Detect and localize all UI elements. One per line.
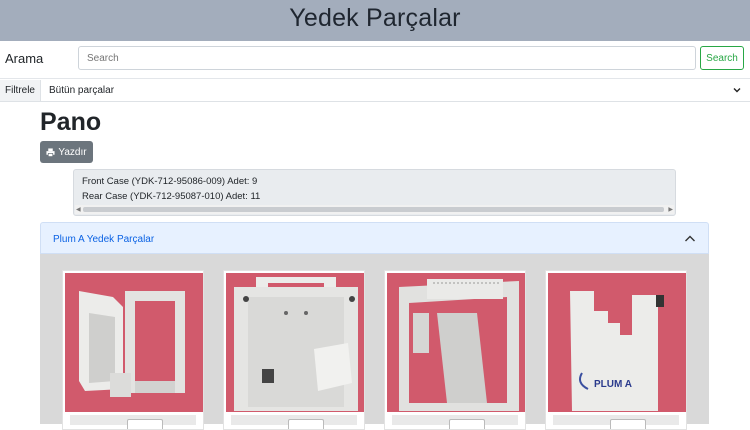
printer-icon <box>46 147 55 157</box>
search-button[interactable]: Search <box>700 46 744 70</box>
app-header: Yedek Parçalar <box>0 0 750 41</box>
summary-line: Rear Case (YDK-712-95087-010) Adet: 11 <box>82 191 261 202</box>
chevron-down-icon <box>733 88 741 93</box>
product-card[interactable] <box>223 270 365 430</box>
quantity-button[interactable] <box>449 419 485 429</box>
search-label: Arama <box>5 51 44 66</box>
door-part-photo[interactable]: PLUM A <box>548 273 686 412</box>
product-card[interactable] <box>62 270 204 430</box>
front-case-part-photo[interactable] <box>65 273 203 412</box>
scroll-right-icon[interactable]: ▶ <box>668 206 673 213</box>
filter-label: Filtrele <box>0 80 41 101</box>
page-title: Pano <box>40 108 102 136</box>
accordion-title: Plum A Yedek Parçalar <box>53 234 155 245</box>
frame-part-photo[interactable] <box>387 273 525 412</box>
rear-case-part-photo[interactable] <box>226 273 364 412</box>
quantity-button[interactable] <box>127 419 163 429</box>
part-brand-text: PLUM A <box>594 379 632 390</box>
accordion-header[interactable]: Plum A Yedek Parçalar <box>40 222 709 254</box>
product-card[interactable]: PLUM A <box>545 270 687 430</box>
filter-select[interactable]: Bütün parçalar <box>41 80 750 101</box>
scrollbar-thumb[interactable] <box>83 207 664 212</box>
print-button-label: Yazdır <box>58 146 87 158</box>
scroll-left-icon[interactable]: ◀ <box>76 206 81 213</box>
quantity-button[interactable] <box>610 419 646 429</box>
summary-box: Front Case (YDK-712-95086-009) Adet: 9 R… <box>73 169 676 216</box>
product-card[interactable] <box>384 270 526 430</box>
filter-bar: Filtrele Bütün parçalar <box>0 80 750 102</box>
app-title: Yedek Parçalar <box>289 4 461 32</box>
horizontal-scrollbar[interactable]: ◀ ▶ <box>75 205 674 214</box>
summary-line: Front Case (YDK-712-95086-009) Adet: 9 <box>82 176 258 187</box>
print-button[interactable]: Yazdır <box>40 141 93 163</box>
chevron-up-icon <box>685 235 695 242</box>
filter-selected-value: Bütün parçalar <box>49 85 115 96</box>
search-input[interactable] <box>78 46 696 70</box>
search-bar: Arama Search <box>0 41 750 79</box>
quantity-button[interactable] <box>288 419 324 429</box>
